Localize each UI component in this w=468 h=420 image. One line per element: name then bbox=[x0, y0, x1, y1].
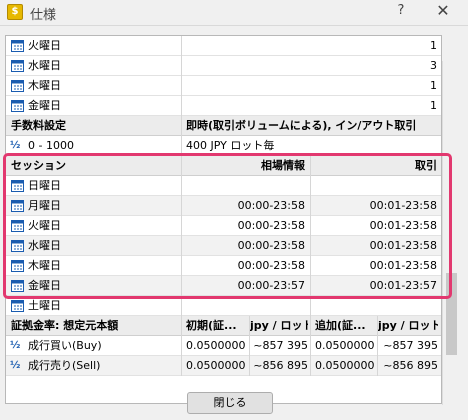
fee-header-value: 即時(取引ボリュームによる), イン/アウト取引 bbox=[186, 119, 417, 132]
fee-value: 400 JPY ロット毎 bbox=[186, 139, 275, 152]
session-quotes bbox=[182, 176, 305, 196]
title-bar: $ 仕様 ? ✕ bbox=[0, 0, 468, 26]
trade-column-header: 取引 bbox=[415, 159, 437, 172]
close-window-button[interactable]: ✕ bbox=[434, 1, 452, 20]
margin-label: 成行売り(Sell) bbox=[28, 359, 101, 372]
session-header: セッション 相場情報 取引 bbox=[6, 156, 441, 176]
session-trade bbox=[311, 296, 437, 316]
list-item: 水曜日 3 bbox=[6, 56, 441, 76]
session-quotes: 00:00-23:57 bbox=[237, 279, 305, 292]
margin-header-jpy-lot-2: jpy / ロット bbox=[378, 319, 438, 332]
session-quotes bbox=[182, 296, 305, 316]
margin-initial-jpy: ~857 395 bbox=[253, 339, 308, 352]
session-quotes: 00:00-23:58 bbox=[237, 219, 305, 232]
session-quotes: 00:00-23:58 bbox=[237, 259, 305, 272]
fee-row: ½ 0 - 1000 400 JPY ロット毎 bbox=[6, 136, 441, 156]
fraction-icon: ½ bbox=[10, 140, 21, 151]
margin-header-label: 証拠金率: 想定元本額 bbox=[11, 319, 119, 332]
session-row: 土曜日 bbox=[6, 296, 441, 316]
list-item: 木曜日 1 bbox=[6, 76, 441, 96]
vertical-scrollbar[interactable] bbox=[442, 61, 460, 405]
help-button[interactable]: ? bbox=[393, 3, 409, 18]
margin-additional: 0.0500000 bbox=[315, 359, 375, 372]
session-trade: 00:01-23:58 bbox=[369, 259, 437, 272]
list-item: 金曜日 1 bbox=[6, 96, 441, 116]
fee-header: 手数料設定 即時(取引ボリュームによる), イン/アウト取引 bbox=[6, 116, 441, 136]
session-row: 木曜日 00:00-23:58 00:01-23:58 bbox=[6, 256, 441, 276]
session-day: 土曜日 bbox=[28, 299, 61, 312]
scrollbar-thumb[interactable] bbox=[446, 273, 457, 355]
session-trade: 00:01-23:58 bbox=[369, 199, 437, 212]
fee-header-label: 手数料設定 bbox=[11, 119, 66, 132]
spec-table[interactable]: 火曜日 1 水曜日 3 木曜日 1 金曜日 1 手数料設定 即時(取引ボリューム… bbox=[5, 35, 442, 404]
calendar-icon bbox=[11, 200, 24, 212]
calendar-icon bbox=[11, 260, 24, 272]
fee-range: 0 - 1000 bbox=[28, 139, 74, 152]
calendar-icon bbox=[11, 220, 24, 232]
row-value: 1 bbox=[430, 39, 437, 52]
margin-header-jpy-lot: jpy / ロット bbox=[250, 319, 308, 332]
session-quotes: 00:00-23:58 bbox=[237, 199, 305, 212]
calendar-icon bbox=[11, 240, 24, 252]
calendar-icon bbox=[11, 180, 24, 192]
session-day: 日曜日 bbox=[28, 179, 61, 192]
session-trade: 00:01-23:58 bbox=[369, 219, 437, 232]
list-item: 火曜日 1 bbox=[6, 36, 441, 56]
calendar-icon bbox=[11, 40, 24, 52]
calendar-icon bbox=[11, 280, 24, 292]
margin-initial: 0.0500000 bbox=[186, 359, 246, 372]
app-icon: $ bbox=[7, 4, 23, 20]
session-day: 木曜日 bbox=[28, 259, 61, 272]
session-day: 月曜日 bbox=[28, 199, 61, 212]
margin-header: 証拠金率: 想定元本額 初期(証... jpy / ロット 追加(証... jp… bbox=[6, 316, 441, 336]
calendar-icon bbox=[11, 100, 24, 112]
margin-header-additional: 追加(証... bbox=[315, 319, 366, 332]
close-button[interactable]: 閉じる bbox=[187, 392, 273, 414]
quotes-column-header: 相場情報 bbox=[261, 159, 305, 172]
margin-initial: 0.0500000 bbox=[186, 339, 246, 352]
session-day: 火曜日 bbox=[28, 219, 61, 232]
session-quotes: 00:00-23:58 bbox=[237, 239, 305, 252]
calendar-icon bbox=[11, 60, 24, 72]
session-row: 月曜日 00:00-23:58 00:01-23:58 bbox=[6, 196, 441, 216]
session-row: 日曜日 bbox=[6, 176, 441, 196]
margin-additional: 0.0500000 bbox=[315, 339, 375, 352]
window-title: 仕様 bbox=[30, 8, 57, 23]
fraction-icon: ½ bbox=[10, 360, 21, 371]
margin-header-initial: 初期(証... bbox=[186, 319, 237, 332]
margin-label: 成行買い(Buy) bbox=[28, 339, 102, 352]
calendar-icon bbox=[11, 80, 24, 92]
row-label: 水曜日 bbox=[28, 59, 61, 72]
session-day: 水曜日 bbox=[28, 239, 61, 252]
margin-row-buy: ½ 成行買い(Buy) 0.0500000 ~857 395 0.0500000… bbox=[6, 336, 441, 356]
row-label: 火曜日 bbox=[28, 39, 61, 52]
margin-initial-jpy: ~856 895 bbox=[253, 359, 308, 372]
session-column-header: セッション bbox=[11, 159, 66, 172]
row-value: 1 bbox=[430, 79, 437, 92]
session-trade: 00:01-23:58 bbox=[369, 239, 437, 252]
row-value: 1 bbox=[430, 99, 437, 112]
calendar-icon bbox=[11, 300, 24, 312]
session-trade: 00:01-23:57 bbox=[369, 279, 437, 292]
fraction-icon: ½ bbox=[10, 340, 21, 351]
session-row: 水曜日 00:00-23:58 00:01-23:58 bbox=[6, 236, 441, 256]
dialog-body: 火曜日 1 水曜日 3 木曜日 1 金曜日 1 手数料設定 即時(取引ボリューム… bbox=[0, 26, 468, 420]
session-row: 火曜日 00:00-23:58 00:01-23:58 bbox=[6, 216, 441, 236]
session-trade bbox=[311, 176, 437, 196]
session-row: 金曜日 00:00-23:57 00:01-23:57 bbox=[6, 276, 441, 296]
margin-row-sell: ½ 成行売り(Sell) 0.0500000 ~856 895 0.050000… bbox=[6, 356, 441, 376]
row-value: 3 bbox=[430, 59, 437, 72]
row-label: 金曜日 bbox=[28, 99, 61, 112]
session-day: 金曜日 bbox=[28, 279, 61, 292]
margin-additional-jpy: ~856 895 bbox=[383, 359, 438, 372]
margin-additional-jpy: ~857 395 bbox=[383, 339, 438, 352]
row-label: 木曜日 bbox=[28, 79, 61, 92]
